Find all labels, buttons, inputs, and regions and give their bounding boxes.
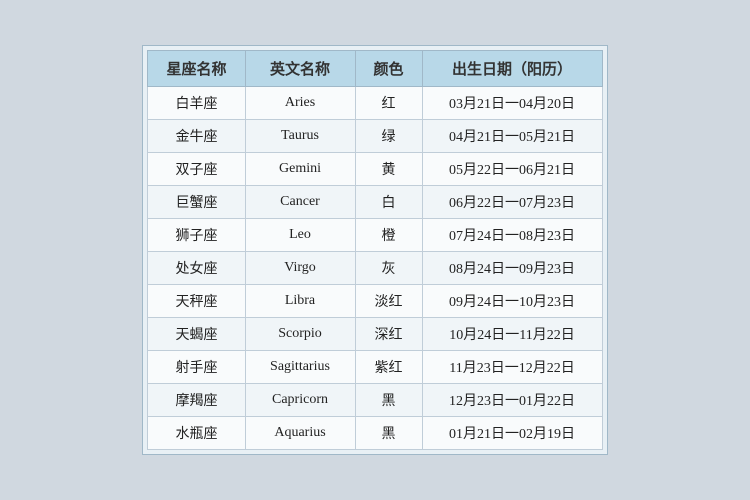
cell-date: 08月24日一09月23日 — [422, 252, 602, 285]
cell-chinese: 双子座 — [148, 153, 245, 186]
table-row: 天蝎座Scorpio深红10月24日一11月22日 — [148, 318, 602, 351]
table-row: 水瓶座Aquarius黑01月21日一02月19日 — [148, 417, 602, 450]
cell-date: 09月24日一10月23日 — [422, 285, 602, 318]
cell-english: Gemini — [245, 153, 355, 186]
cell-chinese: 处女座 — [148, 252, 245, 285]
cell-date: 10月24日一11月22日 — [422, 318, 602, 351]
cell-color: 橙 — [355, 219, 422, 252]
cell-chinese: 狮子座 — [148, 219, 245, 252]
zodiac-table: 星座名称 英文名称 颜色 出生日期（阳历） 白羊座Aries红03月21日一04… — [147, 50, 602, 450]
cell-date: 11月23日一12月22日 — [422, 351, 602, 384]
zodiac-table-container: 星座名称 英文名称 颜色 出生日期（阳历） 白羊座Aries红03月21日一04… — [142, 45, 607, 455]
cell-english: Capricorn — [245, 384, 355, 417]
table-header-row: 星座名称 英文名称 颜色 出生日期（阳历） — [148, 51, 602, 87]
cell-color: 黑 — [355, 417, 422, 450]
cell-color: 灰 — [355, 252, 422, 285]
cell-date: 03月21日一04月20日 — [422, 87, 602, 120]
cell-english: Leo — [245, 219, 355, 252]
header-color: 颜色 — [355, 51, 422, 87]
cell-color: 白 — [355, 186, 422, 219]
cell-english: Cancer — [245, 186, 355, 219]
cell-color: 绿 — [355, 120, 422, 153]
cell-chinese: 金牛座 — [148, 120, 245, 153]
table-row: 摩羯座Capricorn黑12月23日一01月22日 — [148, 384, 602, 417]
cell-chinese: 水瓶座 — [148, 417, 245, 450]
cell-chinese: 摩羯座 — [148, 384, 245, 417]
cell-color: 紫红 — [355, 351, 422, 384]
cell-chinese: 白羊座 — [148, 87, 245, 120]
table-row: 狮子座Leo橙07月24日一08月23日 — [148, 219, 602, 252]
cell-date: 01月21日一02月19日 — [422, 417, 602, 450]
cell-chinese: 天秤座 — [148, 285, 245, 318]
cell-english: Scorpio — [245, 318, 355, 351]
header-date: 出生日期（阳历） — [422, 51, 602, 87]
cell-english: Virgo — [245, 252, 355, 285]
table-row: 射手座Sagittarius紫红11月23日一12月22日 — [148, 351, 602, 384]
cell-date: 07月24日一08月23日 — [422, 219, 602, 252]
cell-color: 红 — [355, 87, 422, 120]
cell-english: Aries — [245, 87, 355, 120]
table-row: 白羊座Aries红03月21日一04月20日 — [148, 87, 602, 120]
table-row: 处女座Virgo灰08月24日一09月23日 — [148, 252, 602, 285]
header-english: 英文名称 — [245, 51, 355, 87]
table-row: 巨蟹座Cancer白06月22日一07月23日 — [148, 186, 602, 219]
cell-date: 05月22日一06月21日 — [422, 153, 602, 186]
cell-chinese: 射手座 — [148, 351, 245, 384]
cell-color: 黄 — [355, 153, 422, 186]
cell-english: Aquarius — [245, 417, 355, 450]
table-row: 天秤座Libra淡红09月24日一10月23日 — [148, 285, 602, 318]
cell-date: 12月23日一01月22日 — [422, 384, 602, 417]
cell-color: 深红 — [355, 318, 422, 351]
cell-chinese: 天蝎座 — [148, 318, 245, 351]
table-row: 双子座Gemini黄05月22日一06月21日 — [148, 153, 602, 186]
cell-english: Libra — [245, 285, 355, 318]
cell-date: 06月22日一07月23日 — [422, 186, 602, 219]
cell-chinese: 巨蟹座 — [148, 186, 245, 219]
cell-color: 黑 — [355, 384, 422, 417]
table-row: 金牛座Taurus绿04月21日一05月21日 — [148, 120, 602, 153]
cell-date: 04月21日一05月21日 — [422, 120, 602, 153]
header-chinese: 星座名称 — [148, 51, 245, 87]
cell-english: Sagittarius — [245, 351, 355, 384]
cell-color: 淡红 — [355, 285, 422, 318]
cell-english: Taurus — [245, 120, 355, 153]
